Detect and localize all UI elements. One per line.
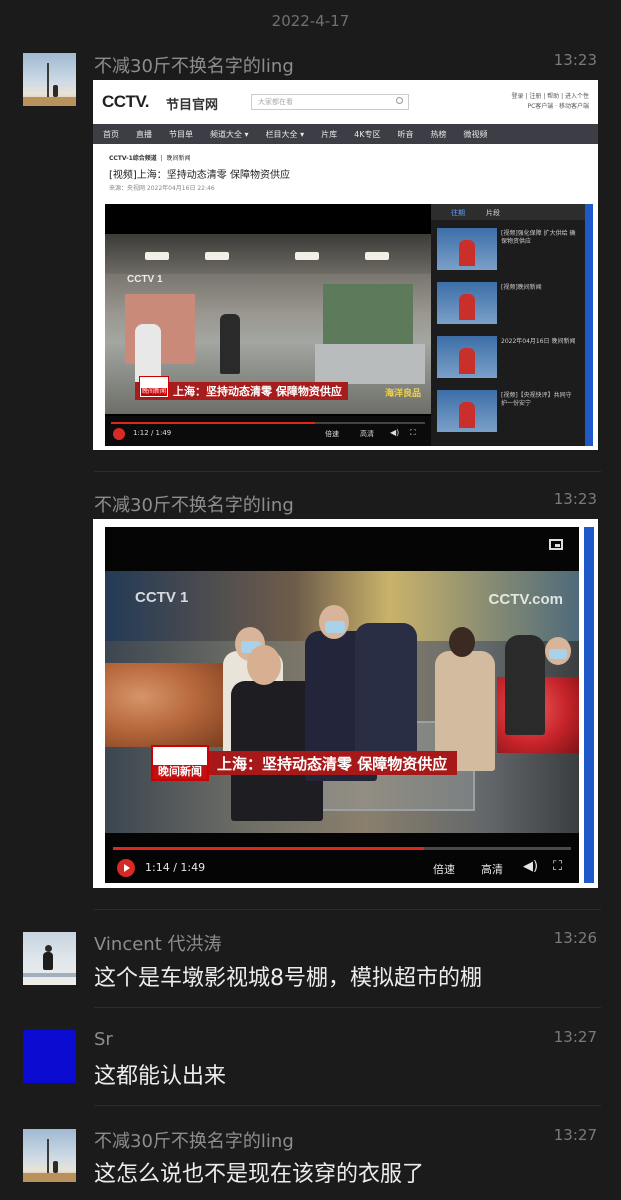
avatar[interactable] xyxy=(23,1129,76,1182)
nav-item: 听音 xyxy=(397,129,414,139)
avatar[interactable] xyxy=(23,932,76,985)
speed-button: 倍速 xyxy=(325,430,339,438)
message-time: 13:23 xyxy=(553,490,597,508)
pip-icon xyxy=(549,539,563,550)
news-tag: 晚间新闻 xyxy=(139,376,169,398)
related-item: [视频]晚间新闻 xyxy=(437,278,579,324)
nav-item: 热榜 xyxy=(430,129,447,139)
avatar[interactable] xyxy=(23,53,76,106)
related-videos: 往期 片段 [视频]强化保障 扩大供给 确保物资供应 [视频]晚间新闻 2022… xyxy=(431,204,585,446)
article-title: [视频]上海：坚持动态清零 保障物资供应 xyxy=(109,170,290,181)
tab-past: 往期 xyxy=(451,209,465,217)
message-text: 这怎么说也不是现在该穿的衣服了 xyxy=(94,1162,425,1187)
nav-item: 栏目大全 ▾ xyxy=(265,129,305,139)
date-separator: 2022-4-17 xyxy=(271,12,350,30)
sender-name[interactable]: 不减30斤不换名字的ling xyxy=(94,1127,294,1153)
news-caption: 上海：坚持动态清零 保障物资供应 xyxy=(209,751,458,775)
cctv-logo: CCTV. xyxy=(102,92,149,111)
channel-watermark: CCTV 1 xyxy=(127,274,163,285)
timecode: 1:14 / 1:49 xyxy=(145,861,206,874)
play-icon xyxy=(117,859,135,877)
message-text: 这都能认出来 xyxy=(94,1064,227,1089)
nav-item: 节目单 xyxy=(169,129,193,139)
search-icon xyxy=(396,97,403,104)
volume-icon: ◀) xyxy=(390,428,400,437)
image-attachment-cctv-webpage[interactable]: CCTV. 节目官网 大家都在看 登录 | 注册 | 帮助 | 进入个性 PC客… xyxy=(93,80,598,450)
message-time: 13:26 xyxy=(553,929,597,947)
channel-watermark: CCTV 1 xyxy=(135,589,189,606)
sender-name[interactable]: 不减30斤不换名字的ling xyxy=(94,491,294,517)
nav-item: 直播 xyxy=(136,129,152,139)
quality-button: 高清 xyxy=(360,430,374,438)
breadcrumb: CCTV-1综合频道 | 晚间新闻 xyxy=(109,155,191,162)
message-time: 13:27 xyxy=(553,1126,597,1144)
article-meta: 来源：央视网 2022年04月16日 22:46 xyxy=(109,185,215,192)
sender-name[interactable]: Sr xyxy=(94,1029,113,1050)
search-input: 大家都在看 xyxy=(251,94,409,110)
tab-clips: 片段 xyxy=(486,209,500,217)
nav-item: 4K专区 xyxy=(354,129,381,139)
nav-item: 首页 xyxy=(103,129,119,139)
image-attachment-video-player[interactable]: CCTV 1 CCTV.com 晚间新闻 上海：坚持动态清零 保障物资供应 1:… xyxy=(93,519,598,888)
cctv-header: CCTV. 节目官网 大家都在看 登录 | 注册 | 帮助 | 进入个性 PC客… xyxy=(93,80,598,124)
nav-item: 频道大全 ▾ xyxy=(210,129,249,139)
progress-bar xyxy=(111,422,425,424)
fullscreen-icon: ⛶ xyxy=(553,859,563,874)
play-icon xyxy=(113,428,125,440)
related-item: [视频]强化保障 扩大供给 确保物资供应 xyxy=(437,224,579,270)
video-player: CCTV 1 上海：坚持动态清零 保障物资供应 晚间新闻 海洋良品 1:12 /… xyxy=(105,204,431,446)
store-sign: 海洋良品 xyxy=(384,389,421,399)
video-player: CCTV 1 CCTV.com 晚间新闻 上海：坚持动态清零 保障物资供应 1:… xyxy=(105,527,579,883)
progress-fill xyxy=(113,847,425,850)
avatar[interactable] xyxy=(23,1030,76,1083)
cctv-nav: 首页 直播 节目单 频道大全 ▾ 栏目大全 ▾ 片库 4K专区 听音 热榜 微视… xyxy=(93,124,598,144)
site-watermark: CCTV.com xyxy=(488,591,563,608)
fullscreen-icon: ⛶ xyxy=(410,428,416,437)
site-name: 节目官网 xyxy=(166,98,219,113)
message-time: 13:23 xyxy=(553,51,597,69)
progress-fill xyxy=(111,422,316,424)
quality-button: 高清 xyxy=(481,863,503,876)
player-controls: 1:14 / 1:49 倍速 高清 ◀) ⛶ xyxy=(105,835,579,883)
message-time: 13:27 xyxy=(553,1028,597,1046)
message-text: 这个是车墩影视城8号棚，模拟超市的棚 xyxy=(94,966,482,991)
related-item: 2022年04月16日 晚间新闻 xyxy=(437,332,579,378)
progress-bar xyxy=(113,847,571,850)
sender-name[interactable]: 不减30斤不换名字的ling xyxy=(94,52,294,78)
nav-item: 微视频 xyxy=(463,129,488,139)
speed-button: 倍速 xyxy=(433,863,455,876)
nav-item: 片库 xyxy=(321,129,338,139)
top-links: 登录 | 注册 | 帮助 | 进入个性 PC客户端 · 移动客户端 xyxy=(511,93,589,110)
timecode: 1:12 / 1:49 xyxy=(133,429,172,437)
related-item: [视频]【央视快评】共同守护一份安宁 xyxy=(437,386,579,432)
video-frame: CCTV 1 CCTV.com xyxy=(105,571,579,833)
sender-name[interactable]: Vincent 代洪涛 xyxy=(94,930,222,956)
player-controls: 1:12 / 1:49 倍速 高清 ◀) ⛶ xyxy=(105,416,431,446)
news-tag: 晚间新闻 xyxy=(151,745,209,781)
volume-icon: ◀) xyxy=(523,859,539,874)
related-tabs: 往期 片段 xyxy=(431,204,585,220)
